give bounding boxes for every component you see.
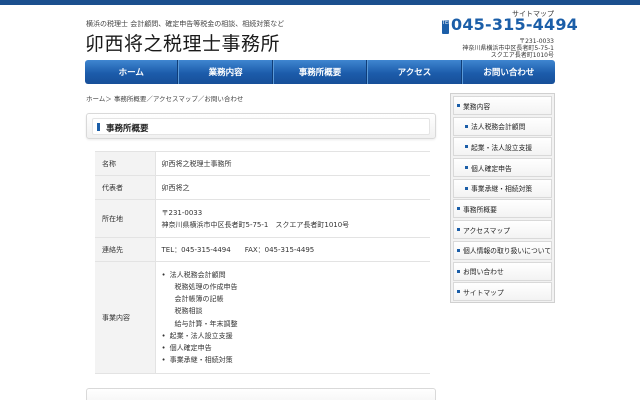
sidebar-item-privacy[interactable]: 個人情報の取り扱いについて bbox=[453, 240, 552, 260]
table-row: 事業内容 法人税務会計顧問 税務処理の作成申告 会計帳簿の記帳 税務相談 給与計… bbox=[95, 261, 431, 374]
nav-item-home[interactable]: ホーム bbox=[85, 60, 179, 84]
address-postal: 〒231-0033 bbox=[161, 208, 203, 217]
sidebar-item-corporate-tax[interactable]: 法人税務会計顧問 bbox=[453, 116, 552, 136]
sidebar-item-label: 起業・法人設立支援 bbox=[471, 143, 533, 152]
sidebar-item-label: 業務内容 bbox=[463, 102, 491, 111]
square-bullet-icon bbox=[457, 248, 460, 252]
list-item: 給与計算・年末調整 bbox=[174, 319, 238, 328]
table-row: 名称 卯西将之税理士事務所 bbox=[95, 151, 430, 176]
square-bullet-icon bbox=[457, 207, 460, 211]
section-marker-icon bbox=[97, 123, 100, 131]
nav-item-contact[interactable]: お問い合わせ bbox=[461, 60, 555, 84]
list-item: 会計帳簿の記帳 bbox=[174, 295, 224, 304]
square-bullet-icon bbox=[457, 228, 460, 232]
sidebar-item-sitemap[interactable]: サイトマップ bbox=[453, 282, 552, 302]
row-label-contact: 連絡先 bbox=[95, 237, 156, 262]
row-value-services: 法人税務会計顧問 税務処理の作成申告 会計帳簿の記帳 税務相談 給与計算・年末調… bbox=[155, 261, 431, 374]
row-label-name: 名称 bbox=[95, 151, 156, 176]
sidebar-item-label: アクセスマップ bbox=[463, 226, 511, 235]
header-phone-number[interactable]: 045-315-4494 bbox=[451, 15, 578, 34]
square-bullet-icon bbox=[457, 104, 460, 107]
sidebar-item-access-map[interactable]: アクセスマップ bbox=[453, 220, 552, 240]
list-item: 個人確定申告 bbox=[162, 342, 431, 354]
row-label-representative: 代表者 bbox=[95, 175, 156, 200]
nav-item-access[interactable]: アクセス bbox=[367, 60, 462, 84]
table-row: 代表者 卯西将之 bbox=[95, 175, 430, 200]
list-item: 税務処理の作成申告 bbox=[174, 282, 238, 291]
row-label-services: 事業内容 bbox=[95, 261, 156, 374]
sidebar-item-contact[interactable]: お問い合わせ bbox=[453, 261, 552, 281]
next-section-header bbox=[86, 388, 436, 400]
row-value-address: 〒231-0033 神奈川県横浜市中区長者町5-75-1 スクエア長者町1010… bbox=[155, 199, 430, 238]
contact-fax: FAX：045-315-4495 bbox=[244, 245, 315, 254]
breadcrumb[interactable]: ホーム＞ 事務所概要／アクセスマップ／お問い合わせ bbox=[86, 93, 243, 103]
global-nav: ホーム 業務内容 事務所概要 アクセス お問い合わせ bbox=[85, 60, 555, 84]
row-label-address: 所在地 bbox=[95, 199, 156, 238]
square-bullet-icon bbox=[465, 166, 468, 170]
sidebar-item-label: 個人確定申告 bbox=[471, 164, 512, 173]
row-value-name: 卯西将之税理士事務所 bbox=[155, 151, 430, 176]
square-bullet-icon bbox=[457, 290, 460, 294]
sidebar-item-label: 事業承継・相続対策 bbox=[471, 185, 533, 194]
sidebar-item-startup-support[interactable]: 起業・法人設立支援 bbox=[453, 137, 552, 157]
section-title: 事務所概要 bbox=[106, 124, 149, 134]
sidebar-item-personal-tax-return[interactable]: 個人確定申告 bbox=[453, 158, 552, 178]
section-header-inner: 事務所概要 bbox=[92, 118, 430, 135]
sidebar-item-label: 個人情報の取り扱いについて bbox=[463, 247, 552, 256]
square-bullet-icon bbox=[465, 186, 468, 190]
sidebar-item-label: 事務所概要 bbox=[463, 205, 497, 214]
site-logo[interactable]: 卯西将之税理士事務所 bbox=[85, 29, 280, 56]
nav-item-services[interactable]: 業務内容 bbox=[178, 60, 273, 84]
list-item: 税務相談 bbox=[174, 307, 203, 316]
tel-badge: TEL bbox=[442, 20, 451, 34]
row-value-representative: 卯西将之 bbox=[155, 175, 430, 200]
header-address-line2: スクエア長者町1010号 bbox=[490, 52, 554, 59]
sidebar-item-label: お問い合わせ bbox=[463, 268, 504, 276]
contact-tel[interactable]: TEL：045-315-4494 bbox=[162, 246, 231, 254]
sidebar-menu: 業務内容 法人税務会計顧問 起業・法人設立支援 個人確定申告 事業承継・相続対策… bbox=[450, 93, 555, 303]
sidebar-item-services[interactable]: 業務内容 bbox=[453, 96, 552, 115]
square-bullet-icon bbox=[465, 124, 468, 128]
square-bullet-icon bbox=[457, 269, 460, 273]
table-row: 所在地 〒231-0033 神奈川県横浜市中区長者町5-75-1 スクエア長者町… bbox=[95, 199, 430, 238]
sidebar-item-succession[interactable]: 事業承継・相続対策 bbox=[453, 178, 552, 198]
sidebar-item-label: サイトマップ bbox=[463, 288, 504, 297]
table-row: 連絡先 TEL：045-315-4494 FAX：045-315-4495 bbox=[95, 237, 430, 262]
section-header: 事務所概要 bbox=[86, 113, 436, 139]
top-accent-bar bbox=[0, 0, 640, 5]
site-tagline: 横浜の税理士 会計顧問、確定申告等税金の相談、相続対策など bbox=[86, 20, 285, 28]
office-info-table: 名称 卯西将之税理士事務所 代表者 卯西将之 所在地 〒231-0033 神奈川… bbox=[95, 151, 430, 374]
list-item: 事業承継・相続対策 bbox=[162, 354, 431, 366]
services-list: 法人税務会計顧問 税務処理の作成申告 会計帳簿の記帳 税務相談 給与計算・年末調… bbox=[162, 269, 431, 367]
sidebar-item-office[interactable]: 事務所概要 bbox=[453, 199, 552, 219]
list-item: 法人税務会計顧問 bbox=[162, 269, 431, 281]
list-item: 起業・法人設立支援 bbox=[162, 330, 431, 342]
sidebar-item-label: 法人税務会計顧問 bbox=[471, 123, 526, 132]
square-bullet-icon bbox=[465, 145, 468, 149]
address-text: 神奈川県横浜市中区長者町5-75-1 スクエア長者町1010号 bbox=[161, 220, 350, 229]
row-value-contact: TEL：045-315-4494 FAX：045-315-4495 bbox=[155, 237, 430, 262]
nav-item-office[interactable]: 事務所概要 bbox=[272, 60, 368, 84]
